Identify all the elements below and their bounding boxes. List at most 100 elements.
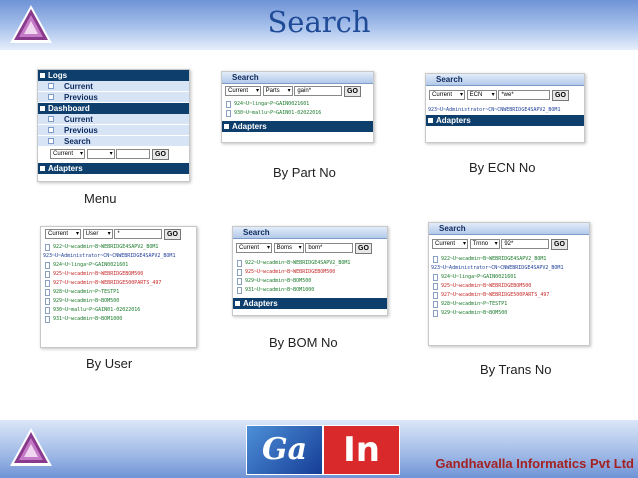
search-input[interactable]: [116, 149, 151, 159]
result-label: 931~U~wcadmin~B~BOM1000: [53, 316, 123, 322]
document-icon: [433, 274, 438, 281]
scope-select[interactable]: Current: [236, 243, 272, 253]
document-icon: [45, 271, 50, 278]
document-icon: [433, 292, 438, 299]
menu-item[interactable]: Current: [38, 81, 189, 92]
result-row[interactable]: 928~U~wcadmin~P~TESTP1: [41, 288, 196, 297]
result-label: 924~U~linga~P~GAIN0021601: [53, 262, 129, 268]
result-row[interactable]: 925~U~wcadmin~B~WEBRIDGEBOM500: [233, 268, 387, 277]
filter-select[interactable]: Boms: [273, 243, 304, 253]
expand-icon: [48, 116, 54, 122]
result-label: 930~U~mallu~P~GAIN01-02022016: [234, 110, 322, 116]
menu-label: Search: [64, 137, 91, 146]
menu-item[interactable]: Search: [38, 136, 189, 147]
result-row[interactable]: 928~U~wcadmin~P~TESTP1: [429, 300, 589, 309]
result-label: 925~U~wcadmin~B~WEBRIDGEBOM500: [53, 271, 144, 277]
go-button[interactable]: GO: [355, 243, 372, 254]
filter-select[interactable]: ECN: [466, 90, 497, 100]
result-list: 922~U~wcadmin~B~WEBRIDGE4SAPV2_BOM1 925~U…: [233, 259, 387, 295]
scope-select[interactable]: Current: [50, 149, 85, 159]
document-icon: [45, 289, 50, 296]
scope-select[interactable]: Current: [432, 239, 468, 249]
menu-group[interactable]: Logs: [38, 70, 189, 81]
filter-select[interactable]: Parts: [262, 86, 293, 96]
document-icon: [226, 101, 231, 108]
result-row[interactable]: 929~U~wcadmin~B~BOM500: [41, 297, 196, 306]
menu-item[interactable]: Current: [38, 114, 189, 125]
bom-search-controls: Current Boms bom* GO: [233, 239, 387, 259]
menu-item[interactable]: Previous: [38, 125, 189, 136]
trans-search-controls: Current Trnno 92* GO: [429, 235, 589, 255]
result-row[interactable]: 931~U~wcadmin~B~BOM1000: [41, 315, 196, 324]
document-icon: [45, 262, 50, 269]
result-label: 929~U~wcadmin~B~BOM500: [53, 298, 120, 304]
result-row[interactable]: 922~U~wcadmin~B~WEBRIDGE4SAPV2_BOM1: [233, 259, 387, 268]
document-icon: [237, 287, 242, 294]
go-button[interactable]: GO: [551, 239, 568, 250]
filter-select[interactable]: [86, 149, 115, 159]
scope-select[interactable]: Current: [45, 229, 81, 239]
brand-logo-ga: Ga: [246, 425, 323, 475]
result-row[interactable]: 923~U~Administrator~CN~CNWEBRIDGE4SAPV2_…: [429, 264, 589, 273]
result-row[interactable]: 925~U~wcadmin~B~WEBRIDGEBOM500: [429, 282, 589, 291]
result-label: 924~U~linga~P~GAIN0021601: [441, 274, 517, 280]
result-label: 923~U~Administrator~CN~CNWEBRIDGE4SAPV2_…: [428, 107, 561, 113]
scope-select[interactable]: Current: [429, 90, 465, 100]
result-row[interactable]: 930~U~mallu~P~GAIN01-02022016: [41, 306, 196, 315]
result-row[interactable]: 929~U~wcadmin~B~BOM500: [429, 309, 589, 318]
result-row[interactable]: 930~U~mallu~P~GAIN01-02022016: [222, 109, 373, 118]
result-row[interactable]: 923~U~Administrator~CN~CNWEBRIDGE4SAPV2_…: [41, 252, 196, 261]
result-row[interactable]: 924~U~linga~P~GAIN0021601: [222, 100, 373, 109]
result-row[interactable]: 931~U~wcadmin~B~BOM1000: [233, 286, 387, 295]
trans-search-screenshot: Search Current Trnno 92* GO 922~U~wcadmi…: [428, 222, 590, 346]
adapters-header[interactable]: Adapters: [222, 121, 373, 132]
result-label: 927~U~wcadmin~B~WEBRIDGE500PARTS_497: [53, 280, 162, 286]
search-input[interactable]: 92*: [501, 239, 550, 249]
ecn-search-controls: Current ECN *we* GO: [426, 86, 584, 106]
menu-item[interactable]: Previous: [38, 92, 189, 103]
search-header: Search: [429, 223, 589, 235]
result-row[interactable]: 922~U~wcadmin~B~WEBRIDGE4SAPV2_BOM1: [429, 255, 589, 264]
search-header: Search: [222, 72, 373, 84]
document-icon: [237, 269, 242, 276]
menu-label: Logs: [48, 71, 68, 80]
result-row[interactable]: 929~U~wcadmin~B~BOM500: [233, 277, 387, 286]
result-label: 922~U~wcadmin~B~WEBRIDGE4SAPV2_BOM1: [441, 256, 547, 262]
menu-label: Previous: [64, 93, 98, 102]
result-row[interactable]: 927~U~wcadmin~B~WEBRIDGE500PARTS_497: [429, 291, 589, 300]
adapters-header[interactable]: Adapters: [233, 298, 387, 309]
ecn-caption: By ECN No: [469, 160, 536, 175]
document-icon: [433, 310, 438, 317]
go-button[interactable]: GO: [164, 229, 181, 240]
result-row[interactable]: 925~U~wcadmin~B~WEBRIDGEBOM500: [41, 270, 196, 279]
result-row[interactable]: 927~U~wcadmin~B~WEBRIDGE500PARTS_497: [41, 279, 196, 288]
search-input[interactable]: *we*: [498, 90, 551, 100]
result-label: 925~U~wcadmin~B~WEBRIDGEBOM500: [441, 283, 532, 289]
result-row[interactable]: 923~U~Administrator~CN~CNWEBRIDGE4SAPV2_…: [426, 106, 584, 115]
go-button[interactable]: GO: [552, 90, 569, 101]
result-label: 923~U~Administrator~CN~CNWEBRIDGE4SAPV2_…: [431, 265, 564, 271]
search-input[interactable]: gain*: [294, 86, 343, 96]
go-button[interactable]: GO: [344, 86, 361, 97]
title-bar: Search: [0, 0, 638, 50]
menu-group[interactable]: Dashboard: [38, 103, 189, 114]
result-row[interactable]: 924~U~linga~P~GAIN0021601: [429, 273, 589, 282]
adapters-header[interactable]: Adapters: [426, 115, 584, 126]
scope-select[interactable]: Current: [225, 86, 261, 96]
user-search-controls: Current User * GO: [41, 227, 196, 243]
result-label: 922~U~wcadmin~B~WEBRIDGE4SAPV2_BOM1: [245, 260, 351, 266]
adapters-header[interactable]: Adapters: [38, 163, 189, 174]
search-input[interactable]: *: [114, 229, 163, 239]
filter-select[interactable]: Trnno: [469, 239, 500, 249]
go-button[interactable]: GO: [152, 149, 169, 160]
result-row[interactable]: 922~U~wcadmin~B~WEBRIDGE4SAPV2_BOM1: [41, 243, 196, 252]
menu-screenshot: Logs Current Previous Dashboard Current Previ…: [37, 69, 190, 182]
search-input[interactable]: bom*: [305, 243, 354, 253]
page-title: Search: [267, 5, 371, 39]
result-row[interactable]: 924~U~linga~P~GAIN0021601: [41, 261, 196, 270]
user-search-screenshot: Current User * GO 922~U~wcadmin~B~WEBRID…: [40, 226, 197, 348]
filter-select[interactable]: User: [82, 229, 113, 239]
menu-label: Current: [64, 115, 93, 124]
result-list: 923~U~Administrator~CN~CNWEBRIDGE4SAPV2_…: [426, 106, 584, 115]
result-list: 924~U~linga~P~GAIN0021601 930~U~mallu~P~G…: [222, 100, 373, 118]
